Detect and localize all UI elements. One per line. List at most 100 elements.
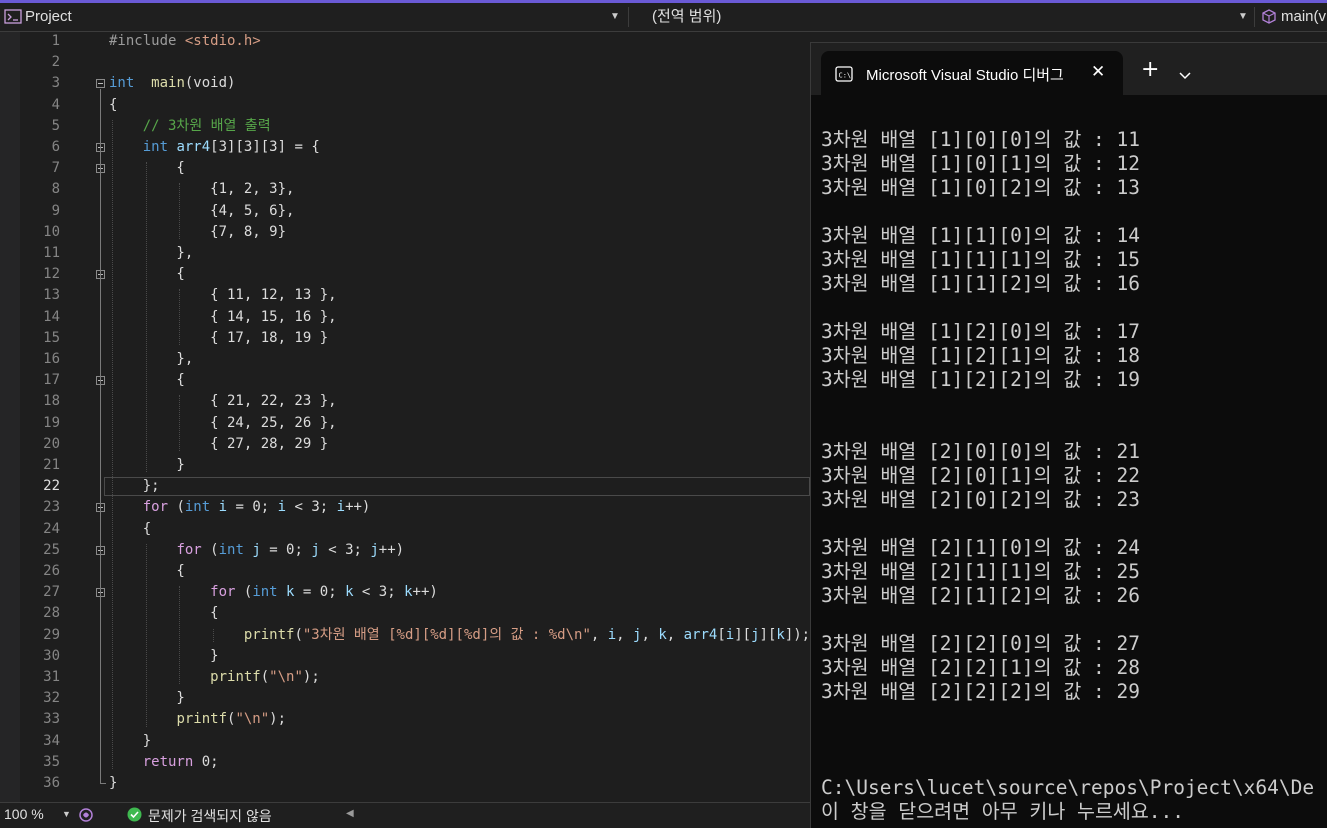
code-line[interactable]: 9 {4, 5, 6},: [0, 201, 810, 222]
code-text: printf("\n");: [109, 709, 286, 730]
code-line[interactable]: 6 int arr4[3][3][3] = {: [0, 137, 810, 158]
code-token: k: [345, 584, 354, 601]
code-text: {: [109, 95, 117, 116]
code-token: i: [218, 499, 228, 516]
code-line[interactable]: 29 printf("3차원 배열 [%d][%d][%d]의 값 : %d\n…: [0, 625, 810, 646]
function-selector[interactable]: main(v: [1281, 3, 1326, 31]
code-line[interactable]: 30 }: [0, 646, 810, 667]
code-line[interactable]: 10 {7, 8, 9}: [0, 222, 810, 243]
code-line[interactable]: 27 for (int k = 0; k < 3; k++): [0, 582, 810, 603]
code-token: { 21, 22, 23 },: [109, 393, 337, 410]
code-line[interactable]: 16 },: [0, 349, 810, 370]
line-number: 25: [43, 541, 60, 558]
code-line[interactable]: 33 printf("\n");: [0, 709, 810, 730]
chevron-down-icon[interactable]: [1179, 65, 1191, 84]
code-token: ,: [590, 626, 608, 643]
code-token: printf: [210, 669, 261, 685]
code-line[interactable]: 4{: [0, 95, 810, 116]
code-token: i: [725, 626, 735, 643]
chevron-down-icon[interactable]: ▼: [62, 809, 71, 819]
code-line[interactable]: 20 { 27, 28, 29 }: [0, 434, 810, 455]
code-token: = 0;: [294, 584, 346, 601]
code-line[interactable]: 5 // 3차원 배열 출력: [0, 116, 810, 137]
code-line[interactable]: 8 {1, 2, 3},: [0, 179, 810, 200]
code-token: main: [151, 75, 185, 92]
code-text: return 0;: [109, 752, 219, 773]
code-text: {1, 2, 3},: [109, 179, 294, 200]
scope-selector[interactable]: (전역 범위): [652, 3, 721, 31]
code-token: { 17, 18, 19 }: [109, 329, 329, 346]
line-number: 21: [43, 457, 60, 473]
code-line[interactable]: 35 return 0;: [0, 752, 810, 773]
code-line[interactable]: 7 {: [0, 158, 810, 179]
code-token: int: [109, 75, 135, 92]
zoom-level-dropdown[interactable]: 100 %: [4, 806, 44, 822]
scroll-left-icon[interactable]: ◀: [346, 808, 354, 819]
code-line[interactable]: 34 }: [0, 731, 810, 752]
code-token: "3차원 배열 [%d][%d][%d]의 값 : %d\n": [302, 626, 591, 643]
line-number: 4: [51, 96, 60, 113]
code-line[interactable]: 15 { 17, 18, 19 }: [0, 328, 810, 349]
code-line[interactable]: 26 {: [0, 561, 810, 582]
code-text: {4, 5, 6},: [109, 201, 294, 222]
line-number: 11: [43, 245, 60, 261]
code-token: for: [176, 541, 202, 558]
console-tab[interactable]: C:\ Microsoft Visual Studio 디버그 ✕: [821, 51, 1123, 95]
code-line[interactable]: 32 }: [0, 688, 810, 709]
code-text: { 14, 15, 16 },: [109, 307, 336, 328]
code-token: k: [776, 626, 785, 643]
chevron-down-icon[interactable]: ▼: [1238, 3, 1248, 31]
code-line[interactable]: 23 for (int i = 0; i < 3; i++): [0, 497, 810, 518]
issues-status[interactable]: 문제가 검색되지 않음: [148, 806, 272, 826]
code-line[interactable]: 12 {: [0, 264, 810, 285]
code-text: {: [109, 264, 185, 285]
code-line[interactable]: 1 #include <stdio.h>: [0, 31, 810, 52]
code-line[interactable]: 3 int main(void): [0, 73, 810, 94]
code-line[interactable]: 21 }: [0, 455, 810, 476]
code-line[interactable]: 13 { 11, 12, 13 },: [0, 285, 810, 306]
code-line[interactable]: 25 for (int j = 0; j < 3; j++): [0, 540, 810, 561]
code-line[interactable]: 28 {: [0, 603, 810, 624]
chevron-down-icon[interactable]: ▼: [610, 3, 620, 31]
console-line: 3차원 배열 [1][2][2]의 값 : 19: [821, 368, 1140, 391]
code-line[interactable]: 36}: [0, 773, 810, 794]
close-icon[interactable]: ✕: [1091, 62, 1105, 82]
code-line[interactable]: 11 },: [0, 243, 810, 264]
code-text: { 11, 12, 13 },: [109, 285, 336, 306]
code-token: );: [269, 711, 287, 728]
new-tab-button[interactable]: +: [1141, 59, 1159, 81]
code-token: ,: [616, 626, 634, 643]
divider: [1254, 7, 1255, 27]
line-number: 12: [43, 266, 60, 283]
code-token: {: [109, 266, 185, 283]
code-line[interactable]: 17 {: [0, 370, 810, 391]
code-token: },: [109, 351, 194, 367]
cube-icon: [1261, 3, 1277, 31]
line-number: 8: [51, 181, 60, 198]
project-selector[interactable]: Project: [25, 3, 72, 31]
debug-console-window[interactable]: C:\ Microsoft Visual Studio 디버그 ✕ + 3차원 …: [810, 42, 1327, 828]
code-text: {: [109, 561, 184, 582]
code-line[interactable]: 31 printf("\n");: [0, 667, 810, 688]
outline-line: [100, 89, 101, 783]
code-cleanup-icon[interactable]: [78, 807, 94, 826]
code-line[interactable]: 19 { 24, 25, 26 },: [0, 413, 810, 434]
code-line[interactable]: 14 { 14, 15, 16 },: [0, 307, 810, 328]
code-editor[interactable]: 1 #include <stdio.h> 2 3 int main(void) 4{5 /…: [0, 32, 810, 802]
console-line: 3차원 배열 [1][2][1]의 값 : 18: [821, 344, 1140, 367]
code-line[interactable]: 24 {: [0, 519, 810, 540]
code-line[interactable]: 2: [0, 52, 810, 73]
code-token: ]);: [784, 626, 811, 643]
code-token: // 3차원 배열 출력: [142, 117, 271, 134]
collapse-icon[interactable]: [96, 79, 105, 89]
code-line[interactable]: 18 { 21, 22, 23 },: [0, 391, 810, 412]
code-text: },: [109, 243, 193, 264]
